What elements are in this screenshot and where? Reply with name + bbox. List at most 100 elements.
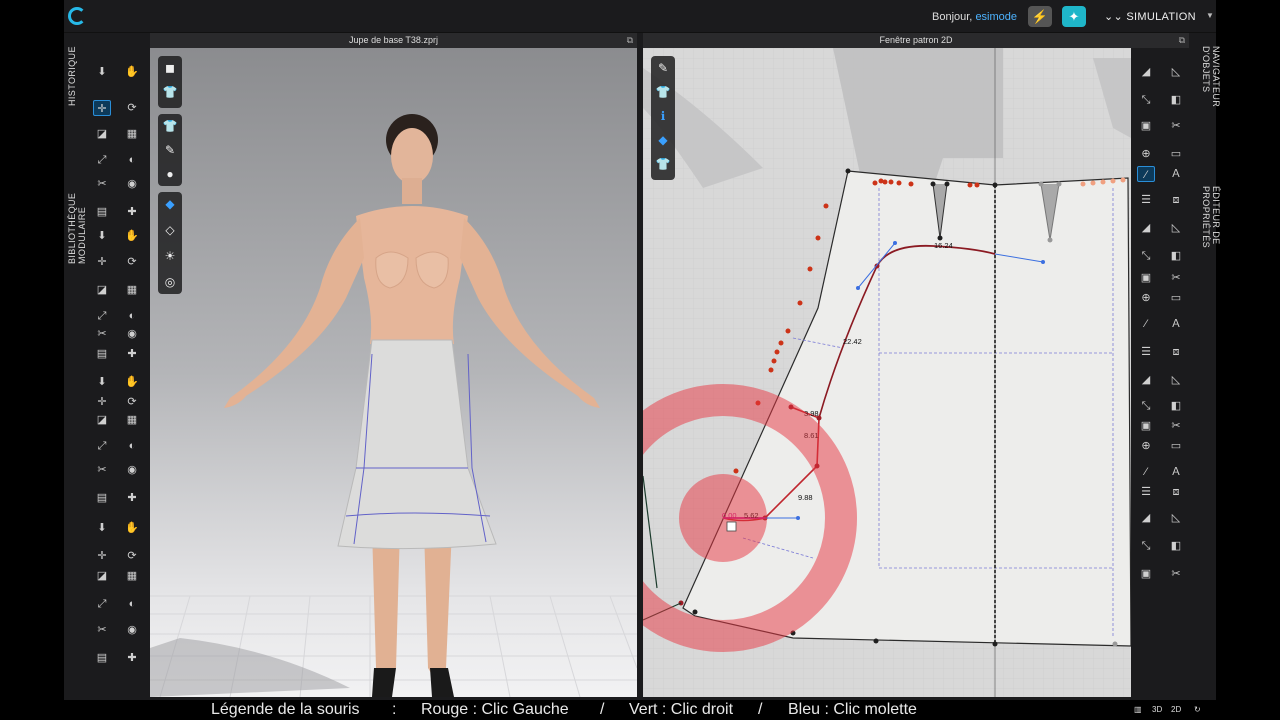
tool-icon[interactable]: ◧: [1167, 92, 1185, 108]
tool-icon[interactable]: ▤: [93, 204, 111, 220]
tool-icon[interactable]: ⤡: [1137, 398, 1155, 414]
sync-off-button[interactable]: ⚡: [1028, 6, 1052, 27]
tool-icon[interactable]: ✋: [123, 520, 141, 536]
tool-icon[interactable]: ▤: [93, 346, 111, 362]
tool-icon[interactable]: ⧈: [1167, 484, 1185, 500]
tool-icon[interactable]: ◉: [123, 622, 141, 638]
fabric-icon[interactable]: ◆: [162, 196, 178, 212]
info-icon[interactable]: ℹ: [655, 108, 671, 124]
tool-icon[interactable]: ◺: [1167, 510, 1185, 526]
tool-icon[interactable]: ⊕: [1137, 146, 1155, 162]
tool-icon[interactable]: ✛: [93, 254, 111, 270]
tool-icon[interactable]: ◪: [93, 282, 111, 298]
tool-icon[interactable]: ⤢: [93, 438, 111, 454]
tab-object-navigator[interactable]: NAVIGATEUR D'OBJETS: [1201, 46, 1221, 156]
tool-icon[interactable]: ⟳: [123, 254, 141, 270]
tool-icon[interactable]: ▭: [1167, 146, 1185, 162]
pen-icon[interactable]: ✎: [655, 60, 671, 76]
tool-icon[interactable]: ✂: [1167, 270, 1185, 286]
tool-icon[interactable]: ⧈: [1167, 344, 1185, 360]
tool-icon[interactable]: ◪: [93, 126, 111, 142]
cube-icon[interactable]: ◼: [162, 60, 178, 76]
tool-icon[interactable]: ☰: [1137, 484, 1155, 500]
tool-icon[interactable]: ⊕: [1137, 290, 1155, 306]
tool-icon[interactable]: Ａ: [1167, 316, 1185, 332]
tool-icon[interactable]: ⬇: [93, 228, 111, 244]
tool-icon[interactable]: ◐: [123, 438, 141, 454]
view-3d-button[interactable]: 3D: [1152, 705, 1162, 714]
caret-down-icon[interactable]: ▼: [1206, 11, 1214, 20]
tool-icon[interactable]: ◉: [123, 176, 141, 192]
tool-icon[interactable]: ◐: [123, 152, 141, 168]
tool-icon[interactable]: ✚: [123, 346, 141, 362]
tool-icon[interactable]: ☰: [1137, 192, 1155, 208]
tool-icon[interactable]: ✚: [123, 490, 141, 506]
tool-icon[interactable]: ◺: [1167, 220, 1185, 236]
tool-icon[interactable]: ✋: [123, 64, 141, 80]
refresh-icon[interactable]: ↻: [1194, 705, 1201, 714]
fabric-icon[interactable]: ◆: [655, 132, 671, 148]
skirt-3d[interactable]: [337, 339, 497, 550]
tool-icon[interactable]: ◺: [1167, 64, 1185, 80]
tool-icon[interactable]: ◉: [123, 462, 141, 478]
tool-icon[interactable]: Ａ: [1167, 464, 1185, 480]
tool-icon[interactable]: ▣: [1137, 118, 1155, 134]
tool-icon[interactable]: ◪: [93, 412, 111, 428]
tool-icon[interactable]: ▭: [1167, 290, 1185, 306]
tab-history[interactable]: HISTORIQUE: [67, 44, 77, 106]
cloud-sync-button[interactable]: ✦: [1062, 6, 1086, 27]
tool-icon[interactable]: ✚: [123, 204, 141, 220]
restore-window-icon[interactable]: ⧉: [627, 33, 633, 48]
view-2d-button[interactable]: 2D: [1171, 705, 1181, 714]
tool-icon[interactable]: ▣: [1137, 418, 1155, 434]
tool-icon[interactable]: ⬇: [93, 374, 111, 390]
tool-icon[interactable]: ◐: [123, 308, 141, 324]
tool-icon[interactable]: ◧: [1167, 248, 1185, 264]
tool-icon[interactable]: ✂: [93, 622, 111, 638]
garment-icon[interactable]: 👕: [655, 156, 671, 172]
avatar-tshirt-icon[interactable]: 👕: [162, 84, 178, 100]
tool-icon[interactable]: ◧: [1167, 538, 1185, 554]
tool-icon[interactable]: ⬇: [93, 520, 111, 536]
tool-icon[interactable]: ✂: [1167, 118, 1185, 134]
tool-icon[interactable]: ⤡: [1137, 538, 1155, 554]
brush-icon[interactable]: ✎: [162, 142, 178, 158]
tool-icon[interactable]: ⤢: [93, 596, 111, 612]
tool-icon[interactable]: ◢: [1137, 510, 1155, 526]
tool-icon[interactable]: ✋: [123, 228, 141, 244]
tool-icon[interactable]: ✛: [93, 100, 111, 116]
tab-module-library[interactable]: BIBLIOTHÈQUE MODULAIRE: [67, 134, 87, 264]
tool-icon[interactable]: ⤢: [93, 308, 111, 324]
tool-icon[interactable]: ◐: [123, 596, 141, 612]
tool-icon[interactable]: ✛: [93, 548, 111, 564]
tool-icon[interactable]: ◉: [123, 326, 141, 342]
tool-icon[interactable]: ⟳: [123, 100, 141, 116]
tool-icon[interactable]: ▣: [1137, 566, 1155, 582]
tool-icon[interactable]: ✂: [93, 326, 111, 342]
tool-icon[interactable]: ◪: [93, 568, 111, 584]
username-link[interactable]: esimode: [975, 11, 1017, 23]
tool-icon[interactable]: ⁄: [1137, 464, 1155, 480]
tool-icon[interactable]: ◢: [1137, 372, 1155, 388]
tool-icon[interactable]: ✛: [93, 394, 111, 410]
simulation-button[interactable]: ⌄⌄ SIMULATION: [1104, 10, 1196, 23]
tool-icon[interactable]: ⬇: [93, 64, 111, 80]
tool-icon[interactable]: ◺: [1167, 372, 1185, 388]
restore-window-icon[interactable]: ⧉: [1179, 33, 1185, 48]
tool-icon[interactable]: ⤡: [1137, 248, 1155, 264]
globe-icon[interactable]: ◎: [162, 274, 178, 290]
tool-icon[interactable]: ☰: [1137, 344, 1155, 360]
viewport-2d[interactable]: 16.24 22.42 3.98 8.61 9.88 0.00 5.62 ✎ 👕…: [643, 48, 1131, 697]
tool-icon[interactable]: ⟳: [123, 394, 141, 410]
tool-icon[interactable]: ▣: [1137, 270, 1155, 286]
tool-icon[interactable]: ▦: [123, 126, 141, 142]
tshirt-icon[interactable]: 👕: [162, 118, 178, 134]
tool-icon[interactable]: ⁄: [1137, 166, 1155, 182]
tool-icon[interactable]: ▦: [123, 282, 141, 298]
single-view-icon[interactable]: ▥: [1134, 705, 1142, 714]
tool-icon[interactable]: ⟳: [123, 548, 141, 564]
tool-icon[interactable]: ◢: [1137, 220, 1155, 236]
tool-icon[interactable]: ✂: [93, 462, 111, 478]
viewport-3d[interactable]: ◼ 👕 👕 ✎ ● ◆ ◇ ☀ ◎: [150, 48, 637, 697]
tshirt-icon[interactable]: 👕: [655, 84, 671, 100]
